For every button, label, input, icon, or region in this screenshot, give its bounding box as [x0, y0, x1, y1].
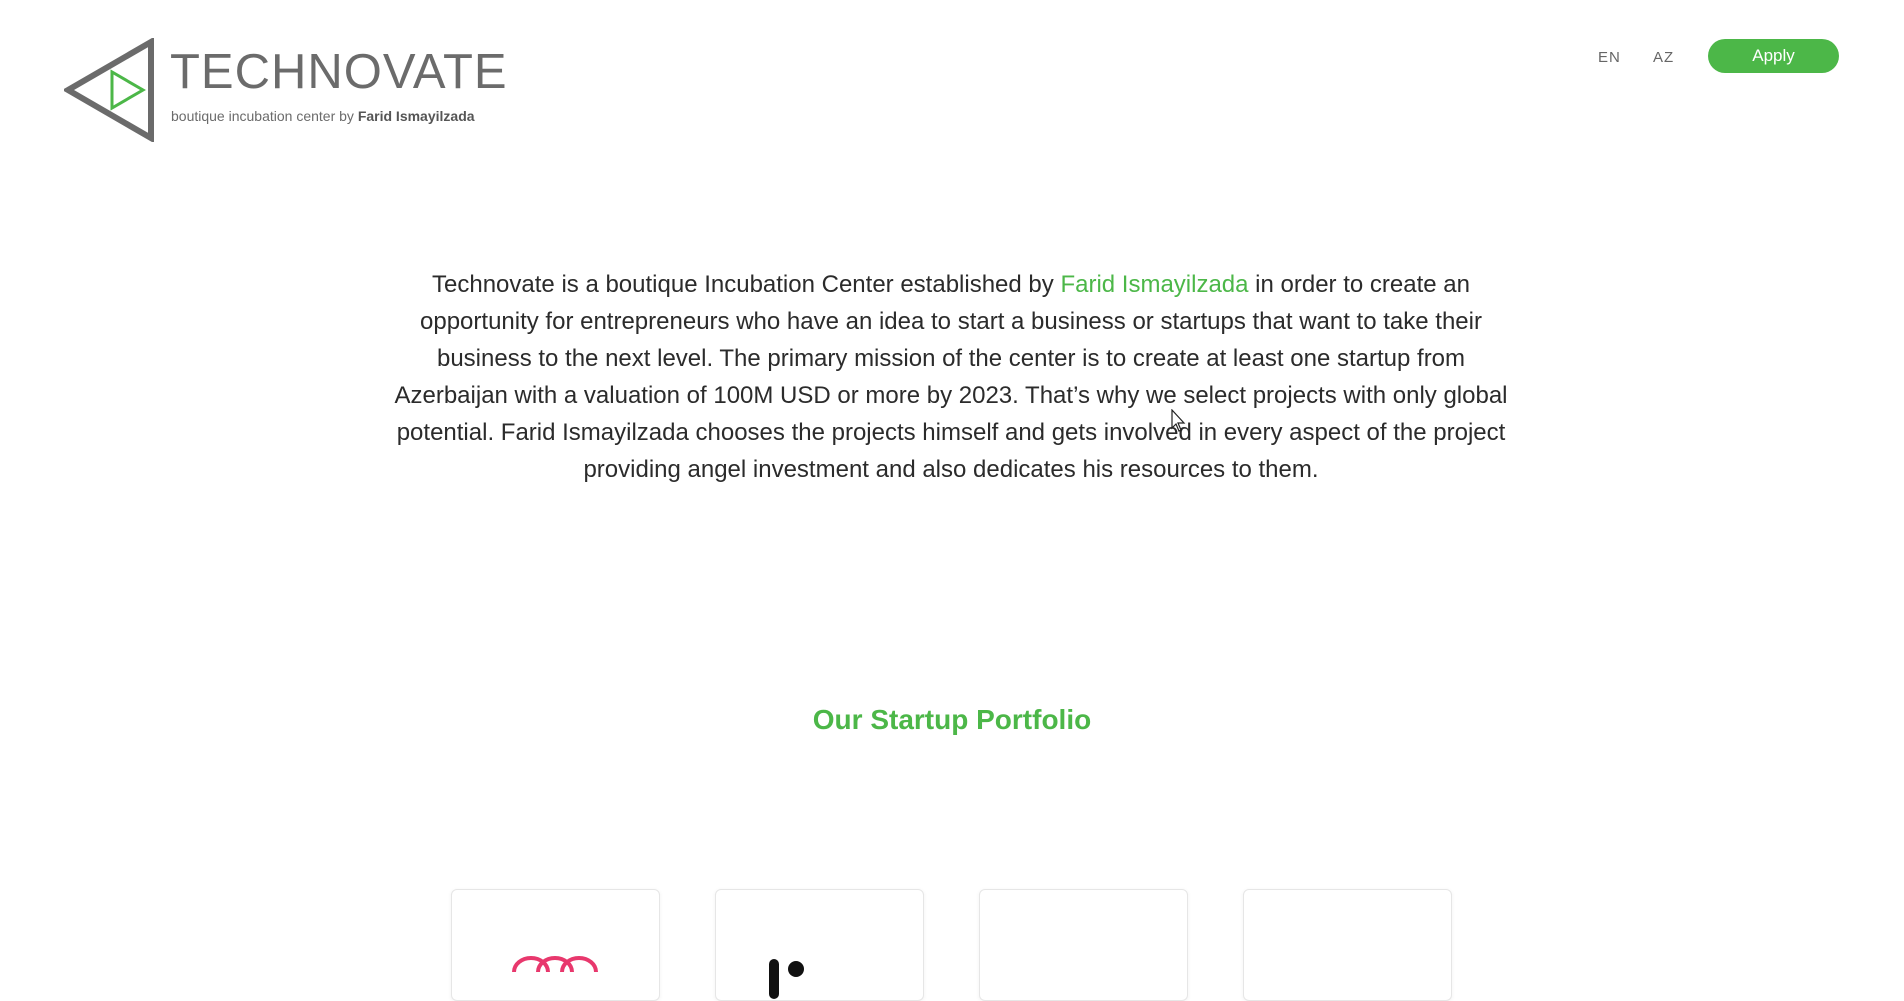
intro-paragraph: Technovate is a boutique Incubation Cent… [390, 266, 1512, 488]
tagline-prefix: boutique incubation center by [171, 108, 358, 124]
brand-tagline: boutique incubation center by Farid Isma… [171, 108, 475, 124]
portfolio-card[interactable] [715, 889, 924, 1001]
intro-text-part2: in order to create an opportunity for en… [394, 271, 1508, 483]
portfolio-card[interactable] [451, 889, 660, 1001]
portfolio-card[interactable] [1243, 889, 1452, 1001]
mouse-pointer-icon [1171, 409, 1186, 432]
tagline-name: Farid Ismayilzada [357, 108, 475, 124]
language-az-link[interactable]: AZ [1653, 49, 1674, 66]
startup-logo-icon [512, 956, 598, 973]
portfolio-title: Our Startup Portfolio [812, 704, 1092, 735]
triangle-play-icon [64, 38, 154, 142]
apply-button[interactable]: Apply [1708, 39, 1839, 73]
startup-logo-icon [769, 959, 804, 999]
brand-name: TECHNOVATE [170, 45, 508, 99]
portfolio-card[interactable] [979, 889, 1188, 1001]
language-en-link[interactable]: EN [1598, 49, 1621, 66]
intro-text-part1: Technovate is a boutique Incubation Cent… [432, 271, 1061, 298]
site-logo[interactable]: TECHNOVATE boutique incubation center by… [64, 38, 507, 142]
founder-link[interactable]: Farid Ismayilzada [1060, 271, 1248, 298]
